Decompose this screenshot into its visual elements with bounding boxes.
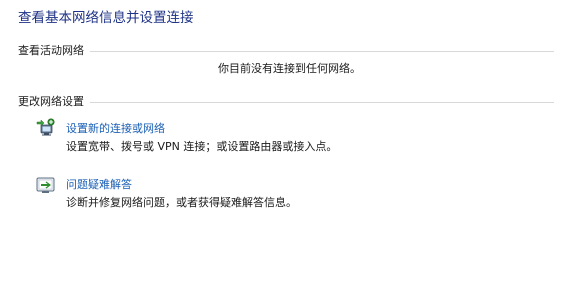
active-networks-label: 查看活动网络 (18, 44, 84, 57)
network-sharing-center-main: 查看基本网络信息并设置连接 查看活动网络 你目前没有连接到任何网络。 更改网络设… (0, 0, 562, 282)
section-divider (90, 101, 554, 103)
troubleshoot-description: 诊断并修复网络问题，或者获得疑难解答信息。 (66, 196, 297, 209)
network-setup-icon (36, 118, 56, 136)
troubleshoot-icon (36, 176, 56, 194)
setup-new-connection-description: 设置宽带、拨号或 VPN 连接；或设置路由器或接入点。 (66, 140, 338, 153)
setup-new-connection-link[interactable]: 设置新的连接或网络 (66, 120, 165, 136)
section-divider (90, 50, 554, 52)
page-title: 查看基本网络信息并设置连接 (18, 10, 194, 26)
change-settings-label: 更改网络设置 (18, 95, 84, 108)
active-networks-header: 查看活动网络 (18, 42, 554, 58)
troubleshoot-link[interactable]: 问题疑难解答 (66, 176, 132, 192)
change-settings-header: 更改网络设置 (18, 93, 554, 109)
no-connection-status: 你目前没有连接到任何网络。 (218, 62, 361, 75)
